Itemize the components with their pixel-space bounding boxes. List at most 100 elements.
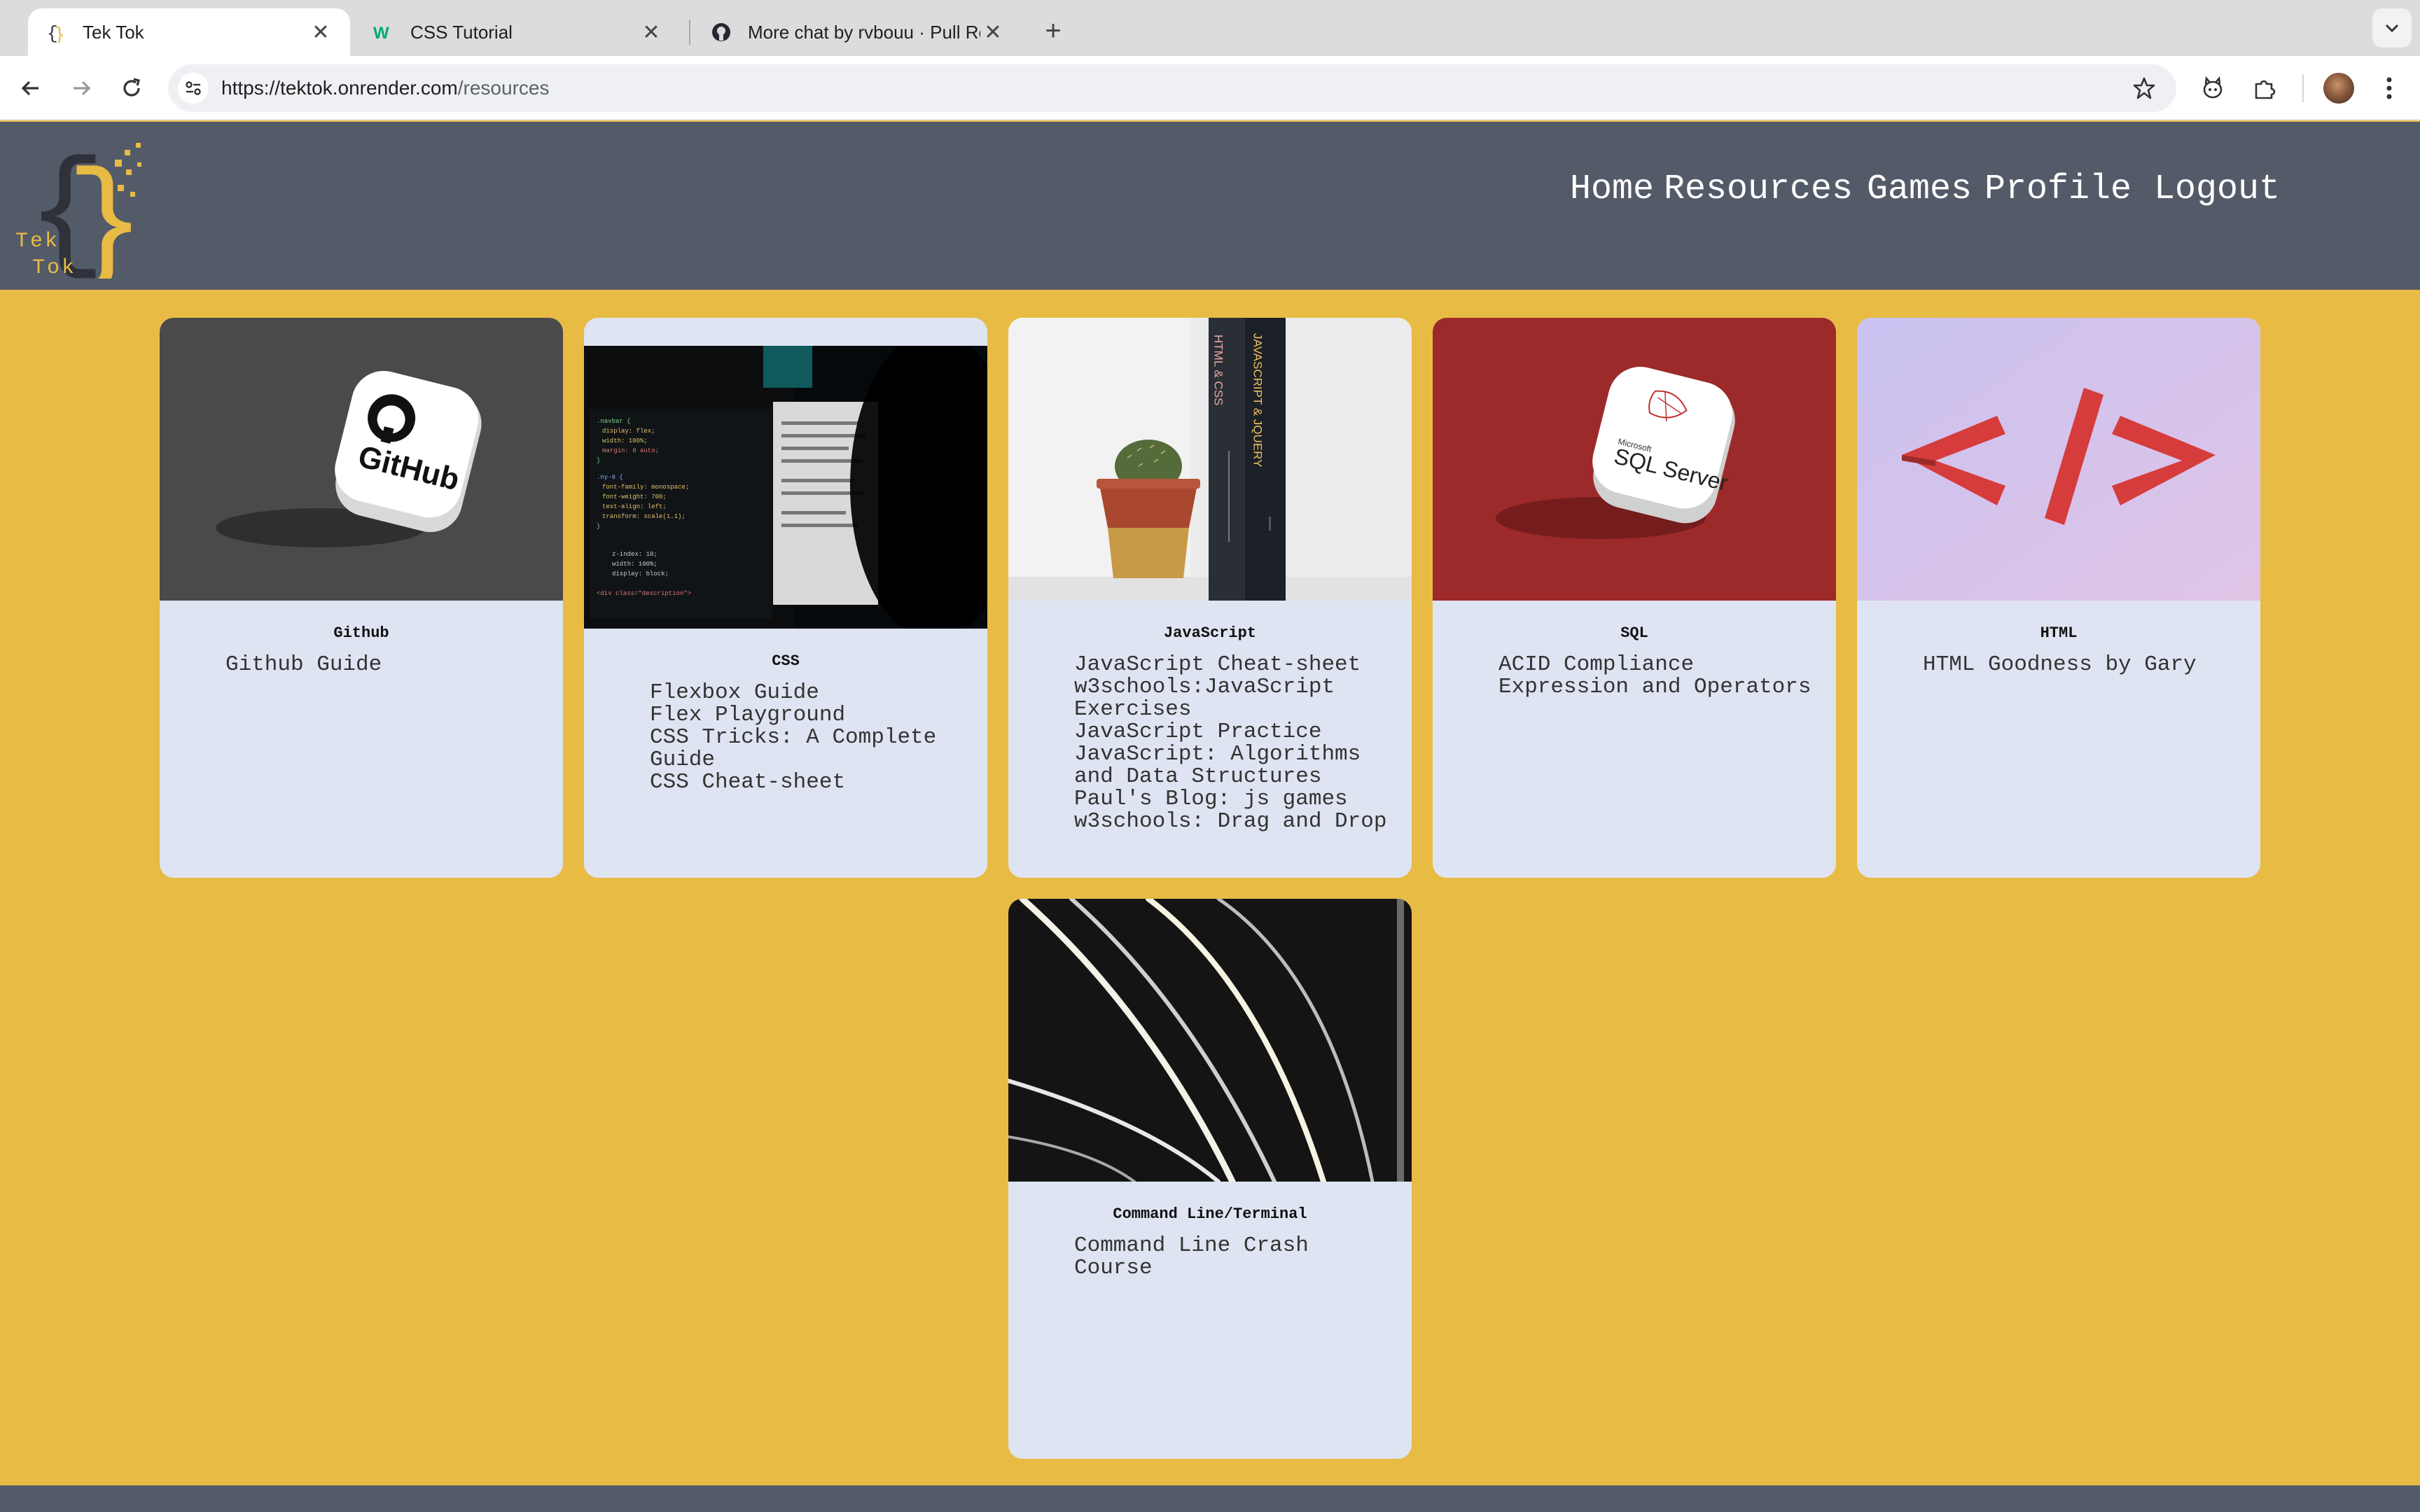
nav-home[interactable]: Home (1570, 169, 1654, 209)
new-tab-icon[interactable]: + (1035, 13, 1071, 49)
close-tab-icon[interactable]: ✕ (639, 20, 664, 45)
svg-text:width: 100%;: width: 100%; (602, 438, 648, 444)
w3schools-favicon-icon: W (373, 21, 395, 43)
svg-text:}: } (597, 523, 600, 530)
url-path: /resources (457, 77, 550, 99)
card-title: HTML (2040, 624, 2078, 642)
card-links: ACID Compliance Expression and Operators (1498, 654, 1814, 699)
address-bar[interactable]: https://tektok.onrender.com/resources (168, 64, 2176, 112)
resource-link[interactable]: Flexbox Guide (650, 682, 965, 704)
tab-search-chevron-icon[interactable] (2372, 8, 2412, 48)
nav-logout[interactable]: Logout (2154, 169, 2280, 209)
tab-tek-tok[interactable]: {} Tek Tok ✕ (28, 8, 350, 56)
puzzle-icon[interactable] (2248, 71, 2281, 105)
svg-text:display: flex;: display: flex; (602, 428, 655, 435)
resource-link[interactable]: Command Line Crash Course (1074, 1235, 1389, 1280)
resource-link[interactable]: w3schools: Drag and Drop (1074, 811, 1389, 833)
tab-css-tutorial[interactable]: W CSS Tutorial ✕ (356, 8, 681, 56)
svg-text:text-align: left;: text-align: left; (602, 503, 667, 510)
svg-text:.ny-6 {: .ny-6 { (597, 474, 623, 481)
card-title: JavaScript (1163, 624, 1257, 642)
resource-card-css: .navbar { display: flex; width: 100%; ma… (584, 318, 987, 878)
resource-link[interactable]: JavaScript Cheat-sheet (1074, 654, 1389, 676)
nav-games[interactable]: Games (1867, 169, 1972, 209)
svg-text:transform: scale(1.1);: transform: scale(1.1); (602, 513, 686, 520)
svg-text:display: block;: display: block; (612, 570, 669, 578)
kebab-menu-icon[interactable] (2372, 71, 2406, 105)
card-title: CSS (772, 652, 800, 670)
profile-avatar[interactable] (2323, 73, 2354, 104)
resource-link[interactable]: JavaScript: Algorithms and Data Structur… (1074, 743, 1389, 788)
resource-card-command-line: Command Line/Terminal Command Line Crash… (1008, 899, 1412, 1459)
tab-divider (689, 20, 690, 45)
resource-card-github: GitHub Github Github Guide (160, 318, 563, 878)
svg-text:<div class="description">: <div class="description"> (597, 590, 691, 597)
tek-tok-favicon-icon: {} (45, 21, 67, 43)
site-footer (0, 1485, 2420, 1512)
resource-card-sql: Microsoft SQL Server SQL ACID Compliance… (1433, 318, 1836, 878)
url-host: https://tektok.onrender.com (221, 77, 458, 99)
site-settings-icon[interactable] (178, 73, 209, 104)
card-links: Flexbox Guide Flex Playground CSS Tricks… (650, 682, 965, 794)
resource-link[interactable]: JavaScript Practice (1074, 721, 1389, 743)
card-title: SQL (1620, 624, 1648, 642)
resource-link[interactable]: CSS Cheat-sheet (650, 771, 965, 794)
svg-text:.navbar {: .navbar { (597, 418, 631, 425)
html-tag-image (1857, 318, 2260, 601)
tab-pull-request[interactable]: More chat by rvbouu · Pull Re ✕ (693, 8, 1022, 56)
svg-text:}: } (66, 152, 146, 279)
tab-title: CSS Tutorial (410, 21, 513, 43)
url-text: https://tektok.onrender.com/resources (221, 77, 549, 99)
reload-icon[interactable] (115, 71, 148, 105)
resource-link[interactable]: HTML Goodness by Gary (1923, 654, 2238, 676)
resource-link[interactable]: Paul's Blog: js games (1074, 788, 1389, 811)
browser-toolbar: https://tektok.onrender.com/resources (0, 56, 2420, 120)
resource-card-javascript: HTML & CSS JAVASCRIPT & JQUERY JavaScrip… (1008, 318, 1412, 878)
card-links: Github Guide (225, 654, 541, 676)
close-tab-icon[interactable]: ✕ (308, 20, 333, 45)
resource-link[interactable]: CSS Tricks: A Complete Guide (650, 727, 965, 771)
nav-profile[interactable]: Profile (1984, 169, 2132, 209)
books-cactus-image: HTML & CSS JAVASCRIPT & JQUERY (1008, 318, 1412, 601)
code-screen-image: .navbar { display: flex; width: 100%; ma… (584, 346, 987, 629)
bookmark-star-icon[interactable] (2130, 74, 2158, 102)
svg-text:W: W (373, 24, 389, 43)
resource-link[interactable]: ACID Compliance (1498, 654, 1814, 676)
toolbar-divider (2302, 74, 2304, 102)
tek-tok-logo[interactable]: { } Tek Tok (13, 132, 153, 302)
tab-title: Tek Tok (83, 21, 144, 43)
extension-icon[interactable] (2196, 71, 2230, 105)
site-header: { } Tek Tok Home Resources Games Profile… (0, 122, 2420, 302)
resource-link[interactable]: Github Guide (225, 654, 541, 676)
resource-card-html: HTML HTML Goodness by Gary (1857, 318, 2260, 878)
svg-text:HTML & CSS: HTML & CSS (1212, 335, 1225, 405)
tab-title: More chat by rvbouu · Pull Re (748, 21, 980, 43)
card-title: Github (333, 624, 389, 642)
svg-text:width: 100%;: width: 100%; (612, 561, 658, 568)
card-links: Command Line Crash Course (1074, 1235, 1389, 1280)
tab-strip: {} Tek Tok ✕ W CSS Tutorial ✕ More chat … (0, 0, 2420, 56)
svg-text:z-index: 10;: z-index: 10; (612, 551, 658, 558)
github-logo-image: GitHub (160, 318, 563, 601)
forward-icon[interactable] (64, 71, 98, 105)
resource-link[interactable]: Expression and Operators (1498, 676, 1814, 699)
svg-text:margin: 0 auto;: margin: 0 auto; (602, 447, 659, 454)
sql-server-image: Microsoft SQL Server (1433, 318, 1836, 601)
back-icon[interactable] (14, 71, 48, 105)
card-title: Command Line/Terminal (1113, 1205, 1307, 1223)
svg-text:font-family: monospace;: font-family: monospace; (602, 484, 689, 491)
svg-text:font-weight: 700;: font-weight: 700; (602, 493, 667, 500)
resource-link[interactable]: w3schools:JavaScript Exercises (1074, 676, 1389, 721)
svg-text:JAVASCRIPT & JQUERY: JAVASCRIPT & JQUERY (1251, 333, 1265, 467)
logo-text-tek: Tek (15, 230, 60, 253)
light-curves-image (1008, 899, 1412, 1182)
card-links: JavaScript Cheat-sheet w3schools:JavaScr… (1074, 654, 1389, 833)
close-tab-icon[interactable]: ✕ (980, 20, 1006, 45)
github-favicon-icon (710, 21, 732, 43)
card-links: HTML Goodness by Gary (1923, 654, 2238, 676)
svg-text:}: } (54, 24, 65, 43)
resource-link[interactable]: Flex Playground (650, 704, 965, 727)
svg-text:}: } (597, 457, 600, 464)
nav-resources[interactable]: Resources (1664, 169, 1853, 209)
logo-text-tok: Tok (32, 256, 77, 280)
